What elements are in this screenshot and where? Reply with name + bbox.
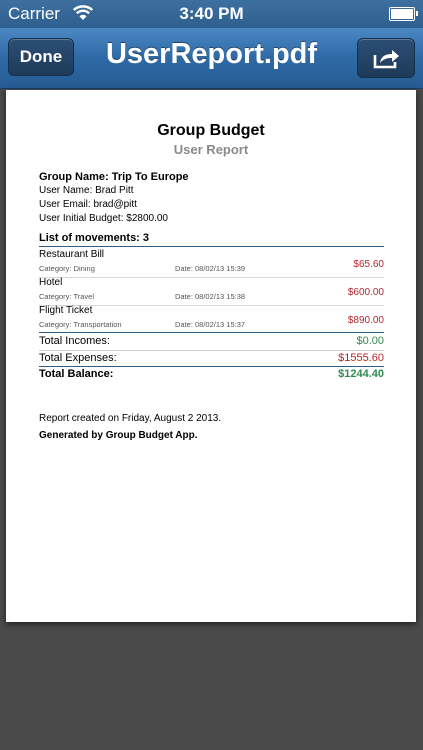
total-incomes-value: $0.00 bbox=[356, 335, 384, 347]
battery-icon bbox=[389, 7, 418, 21]
list-item: Flight Ticket Category: Transportation D… bbox=[39, 305, 384, 333]
total-balance-value: $1244.40 bbox=[338, 368, 384, 380]
user-initial-budget: User Initial Budget: $2800.00 bbox=[39, 213, 168, 224]
movement-category: Category: Transportation bbox=[39, 320, 122, 329]
report-subtitle: User Report bbox=[173, 142, 249, 157]
movement-date: Date: 08/02/13 15:38 bbox=[175, 292, 246, 301]
total-expenses-row: Total Expenses: $1555.60 bbox=[39, 352, 384, 366]
movement-name: Restaurant Bill bbox=[39, 249, 105, 260]
list-item: Hotel Category: Travel Date: 08/02/13 15… bbox=[39, 277, 384, 306]
movement-amount: $890.00 bbox=[347, 315, 384, 326]
group-name: Group Name: Trip To Europe bbox=[39, 171, 189, 183]
report-title: Group Budget bbox=[157, 122, 265, 139]
total-incomes-row: Total Incomes: $0.00 bbox=[39, 335, 384, 349]
movement-category: Category: Dining bbox=[39, 264, 95, 273]
page-title: UserReport.pdf bbox=[105, 38, 318, 70]
movement-date: Date: 08/02/13 15:37 bbox=[175, 320, 246, 329]
navigation-bar: Done UserReport.pdf bbox=[0, 28, 423, 89]
total-incomes-label: Total Incomes: bbox=[39, 335, 110, 347]
movement-amount: $600.00 bbox=[347, 287, 384, 298]
done-button[interactable]: Done bbox=[8, 38, 74, 76]
share-button[interactable] bbox=[357, 38, 415, 78]
movements-header: List of movements: 3 bbox=[39, 232, 384, 247]
report-created-text: Report created on Friday, August 2 2013. bbox=[39, 413, 222, 424]
list-item: Restaurant Bill Category: Dining Date: 0… bbox=[39, 249, 384, 278]
movement-category: Category: Travel bbox=[39, 292, 95, 301]
divider bbox=[39, 332, 384, 333]
movement-amount: $65.60 bbox=[353, 259, 384, 270]
generated-by-text: Generated by Group Budget App. bbox=[39, 430, 198, 441]
status-bar: Carrier 3:40 PM bbox=[0, 0, 423, 28]
total-balance-row: Total Balance: $1244.40 bbox=[39, 368, 384, 382]
movement-date: Date: 08/02/13 15:39 bbox=[175, 264, 246, 273]
user-info: Group Name: Trip To Europe User Name: Br… bbox=[39, 170, 189, 226]
share-icon bbox=[373, 50, 399, 69]
divider bbox=[39, 350, 384, 351]
divider bbox=[39, 366, 384, 367]
user-email: User Email: brad@pitt bbox=[39, 199, 137, 210]
clock: 3:40 PM bbox=[179, 4, 244, 23]
total-balance-label: Total Balance: bbox=[39, 368, 114, 380]
user-name: User Name: Brad Pitt bbox=[39, 185, 134, 196]
total-expenses-label: Total Expenses: bbox=[39, 352, 117, 364]
total-expenses-value: $1555.60 bbox=[338, 352, 384, 364]
movement-name: Flight Ticket bbox=[39, 305, 93, 316]
pdf-page: Group Budget User Report Group Name: Tri… bbox=[6, 90, 416, 622]
movement-name: Hotel bbox=[39, 277, 63, 288]
